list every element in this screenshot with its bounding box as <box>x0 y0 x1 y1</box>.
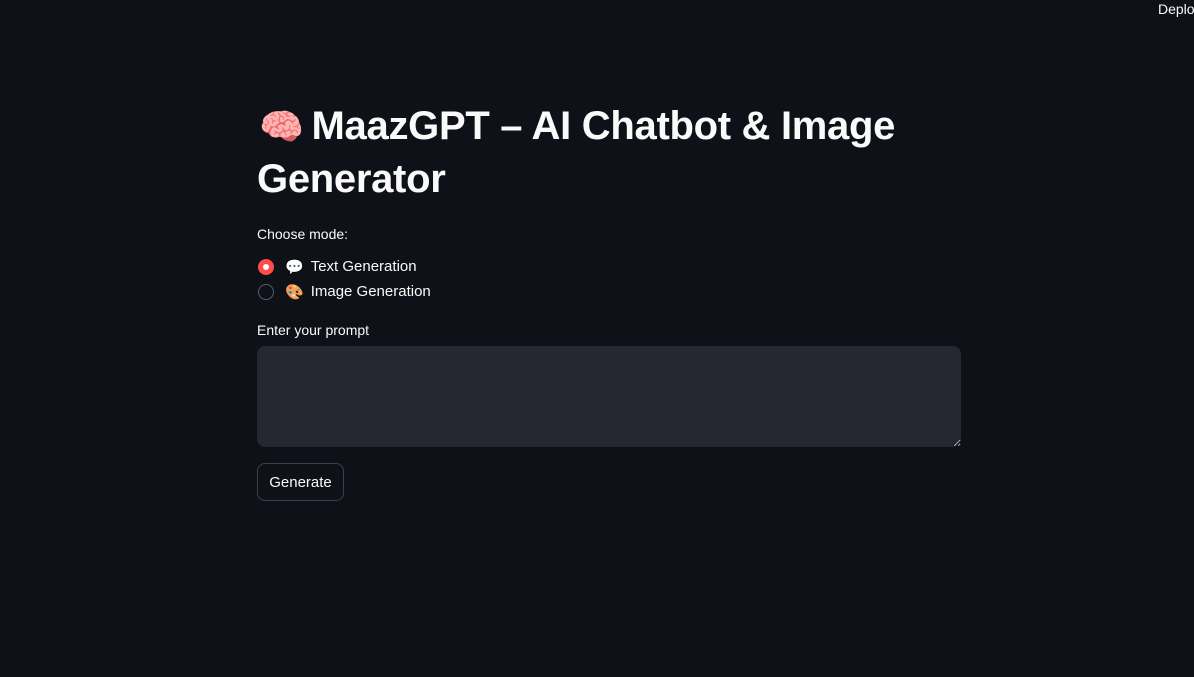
prompt-input[interactable] <box>257 346 961 447</box>
radio-label-text-generation: Text Generation <box>310 258 417 275</box>
mode-label: Choose mode: <box>257 226 349 242</box>
radio-button-unchecked[interactable] <box>258 283 274 300</box>
mode-radio-group: 💬 Text Generation 🎨 Image Generation <box>257 254 431 304</box>
app-root: Deploy 🧠MaazGPT – AI Chatbot & Image Gen… <box>0 0 1194 677</box>
prompt-label: Enter your prompt <box>257 322 370 338</box>
generate-button[interactable]: Generate <box>257 463 344 501</box>
speech-bubble-icon: 💬 <box>285 258 304 276</box>
radio-option-text-generation[interactable]: 💬 Text Generation <box>257 254 431 279</box>
deploy-button[interactable]: Deploy <box>1158 1 1194 17</box>
radio-label-image-generation: Image Generation <box>310 283 431 300</box>
page-title: 🧠 MaazGPT – AI Chatbot & Image Generator <box>257 100 961 206</box>
radio-option-image-generation[interactable]: 🎨 Image Generation <box>257 279 431 304</box>
radio-button-checked[interactable] <box>258 258 274 275</box>
brain-icon: 🧠 <box>259 106 304 147</box>
main-content: 🧠 MaazGPT – AI Chatbot & Image Generator … <box>257 100 961 501</box>
palette-icon: 🎨 <box>285 283 304 301</box>
page-title-text: MaazGPT – AI Chatbot & Image Generator <box>257 104 896 201</box>
